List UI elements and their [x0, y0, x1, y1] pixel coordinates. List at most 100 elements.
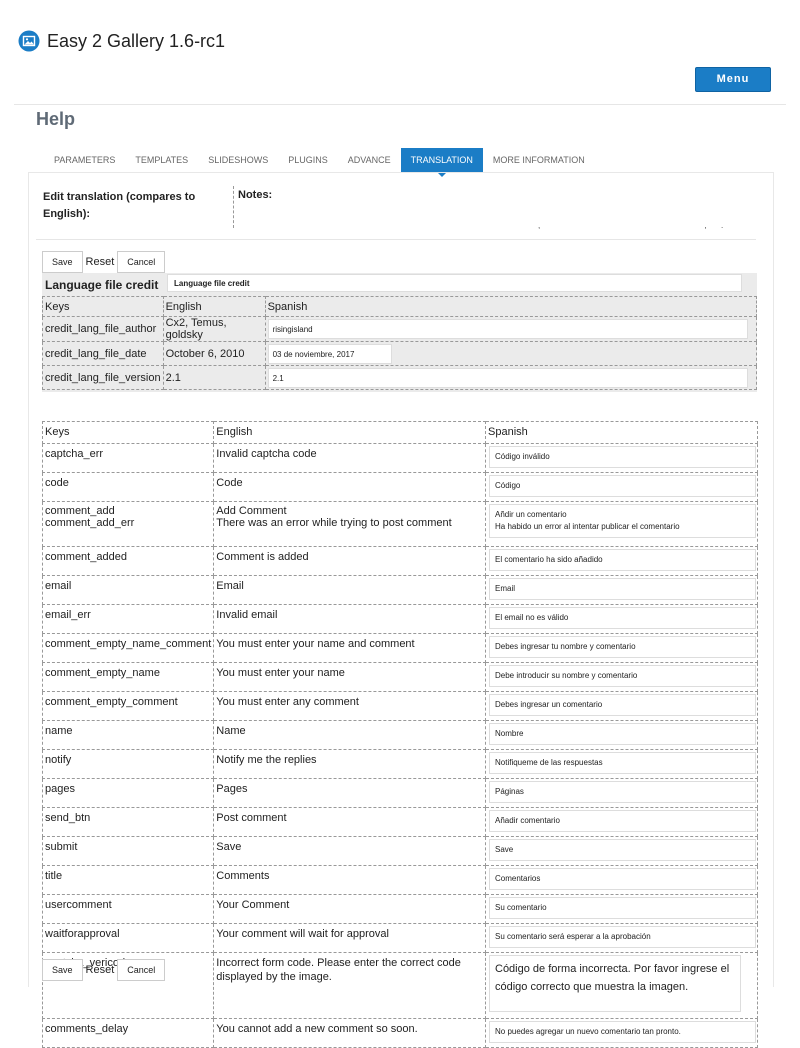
tab-translation[interactable]: TRANSLATION	[400, 148, 483, 177]
key-cell: email_err	[41, 604, 215, 634]
tab-bar: PARAMETERS TEMPLATES SLIDESHOWS PLUGINS ADVA…	[44, 148, 595, 177]
spanish-cell: Notifiqueme de las respuestas	[485, 749, 758, 779]
spanish-input[interactable]: Páginas	[489, 781, 756, 803]
spanish-cell: Debe introducir su nombre y comentario	[485, 662, 758, 692]
english-cell: Comments	[213, 865, 486, 895]
english-cell: Name	[213, 720, 486, 750]
spanish-cell: 03 de noviembre, 2017	[264, 341, 758, 366]
tab-slideshows[interactable]: SLIDESHOWS	[198, 148, 278, 172]
spanish-cell: Añadir comentario	[485, 807, 758, 837]
spanish-input[interactable]: Save	[489, 839, 756, 861]
spanish-cell: Su comentario será esperar a la aprobaci…	[485, 923, 758, 953]
key-cell: title	[41, 865, 215, 895]
table-row: comment_empty_name You must enter your na…	[41, 662, 758, 692]
key-cell: waitforapproval	[41, 923, 215, 953]
cancel-button[interactable]: Cancel	[117, 959, 166, 981]
english-cell: Notify me the replies	[213, 749, 486, 779]
spanish-cell: Código inválido	[485, 443, 758, 473]
notes-hint-mark: .	[720, 221, 725, 230]
table-row: email Email Email	[41, 575, 758, 605]
spanish-input[interactable]: Su comentario será esperar a la aprobaci…	[489, 926, 756, 948]
english-cell: Invalid email	[213, 604, 486, 634]
table-row: usercomment Your Comment Su comentario	[41, 894, 758, 924]
save-button[interactable]: Save	[42, 959, 83, 981]
translation-table: Keys English Spanish captcha_err Invalid …	[41, 421, 758, 1048]
column-header-spanish: Spanish	[485, 421, 758, 444]
spanish-input[interactable]: Email	[489, 578, 756, 600]
key-cell: name	[41, 720, 215, 750]
spanish-input[interactable]: Código	[489, 475, 756, 497]
spanish-input[interactable]: 2.1	[267, 367, 748, 388]
english-cell: Pages	[213, 778, 486, 808]
tab-parameters[interactable]: PARAMETERS	[44, 148, 125, 172]
english-cell: Save	[213, 836, 486, 866]
key-cell: pages	[41, 778, 215, 808]
key-cell: credit_lang_file_date	[42, 341, 164, 366]
key-cell: comment_empty_name	[41, 662, 215, 692]
spanish-input[interactable]: No puedes agregar un nuevo comentario ta…	[489, 1021, 756, 1043]
column-header-english: English	[162, 296, 266, 317]
english-cell: Your Comment	[213, 894, 486, 924]
table-row: credit_lang_file_date October 6, 2010 03…	[42, 341, 758, 366]
reset-button[interactable]: Reset	[83, 256, 118, 268]
spanish-input[interactable]: Notifiqueme de las respuestas	[489, 752, 756, 774]
spanish-text: Añdir un comentario	[495, 510, 567, 519]
english-cell: Add Comment There was an error while tryi…	[213, 501, 486, 547]
page-title: Help	[36, 109, 76, 129]
spanish-input[interactable]: El email no es válido	[489, 607, 756, 629]
key-cell: comments_delay	[41, 1018, 215, 1048]
spanish-cell: Comentarios	[485, 865, 758, 895]
table-row: comment_added Comment is added El comentar…	[41, 546, 758, 576]
tab-advance[interactable]: ADVANCE	[338, 148, 401, 172]
table-row: comment_empty_comment You must enter any …	[41, 691, 758, 721]
spanish-input[interactable]: Su comentario	[489, 897, 756, 919]
app-header: Easy 2 Gallery 1.6-rc1 Menu	[0, 0, 800, 100]
table-row: name Name Nombre	[41, 720, 758, 750]
table-row: comments_delay You cannot add a new comme…	[41, 1018, 758, 1048]
app-title: Easy 2 Gallery 1.6-rc1	[47, 31, 226, 51]
table-row: credit_lang_file_version 2.1 2.1	[42, 365, 758, 390]
spanish-input[interactable]: Debes ingresar un comentario	[489, 694, 756, 716]
spanish-input[interactable]: Nombre	[489, 723, 756, 745]
spanish-input[interactable]: Debe introducir su nombre y comentario	[489, 665, 756, 687]
spanish-input[interactable]: Comentarios	[489, 868, 756, 890]
column-header-english: English	[213, 421, 486, 444]
save-button[interactable]: Save	[42, 251, 83, 273]
tab-templates[interactable]: TEMPLATES	[125, 148, 198, 172]
menu-button[interactable]: Menu	[695, 67, 771, 92]
english-cell: Email	[213, 575, 486, 605]
table-row: comment_add comment_add_err Add Comment The…	[41, 501, 758, 547]
spanish-input[interactable]: Código de forma incorrecta. Por favor in…	[489, 955, 741, 1012]
cancel-button[interactable]: Cancel	[117, 251, 166, 273]
key-cell: comment_add comment_add_err	[41, 501, 215, 547]
table-row: send_btn Post comment Añadir comentario	[41, 807, 758, 837]
spanish-input[interactable]: Debes ingresar tu nombre y comentario	[489, 636, 756, 658]
english-cell: You must enter your name	[213, 662, 486, 692]
spanish-input[interactable]: Código inválido	[489, 446, 756, 468]
spanish-cell: Páginas	[485, 778, 758, 808]
english-cell: 2.1	[162, 365, 266, 390]
spanish-input[interactable]: Añdir un comentario Ha habido un error al…	[489, 504, 756, 538]
english-cell: Cx2, Temus, goldsky	[162, 316, 266, 342]
spanish-input[interactable]: Añadir comentario	[489, 810, 756, 832]
key-label: comment_add_err	[45, 517, 135, 529]
key-cell: comment_empty_comment	[41, 691, 215, 721]
spanish-input[interactable]: 03 de noviembre, 2017	[267, 343, 392, 364]
spanish-cell: Añdir un comentario Ha habido un error al…	[485, 501, 758, 547]
table-row: submit Save Save	[41, 836, 758, 866]
english-cell: October 6, 2010	[162, 341, 266, 366]
credit-title-input[interactable]: Language file credit	[167, 274, 742, 292]
table-header-row: Keys English Spanish	[42, 296, 758, 317]
key-cell: code	[41, 472, 215, 502]
table-row: credit_lang_file_author Cx2, Temus, gold…	[42, 316, 758, 342]
key-label: comment_add	[45, 505, 115, 517]
key-cell: notify	[41, 749, 215, 779]
tab-more-information[interactable]: MORE INFORMATION	[483, 148, 595, 172]
spanish-input[interactable]: El comentario ha sido añadido	[489, 549, 756, 571]
reset-button[interactable]: Reset	[83, 964, 118, 976]
gallery-logo-icon	[18, 30, 40, 52]
tab-plugins[interactable]: PLUGINS	[278, 148, 338, 172]
spanish-cell: 2.1	[264, 365, 758, 390]
spanish-input[interactable]: risingisland	[267, 319, 748, 339]
spanish-cell: risingisland	[264, 316, 758, 342]
